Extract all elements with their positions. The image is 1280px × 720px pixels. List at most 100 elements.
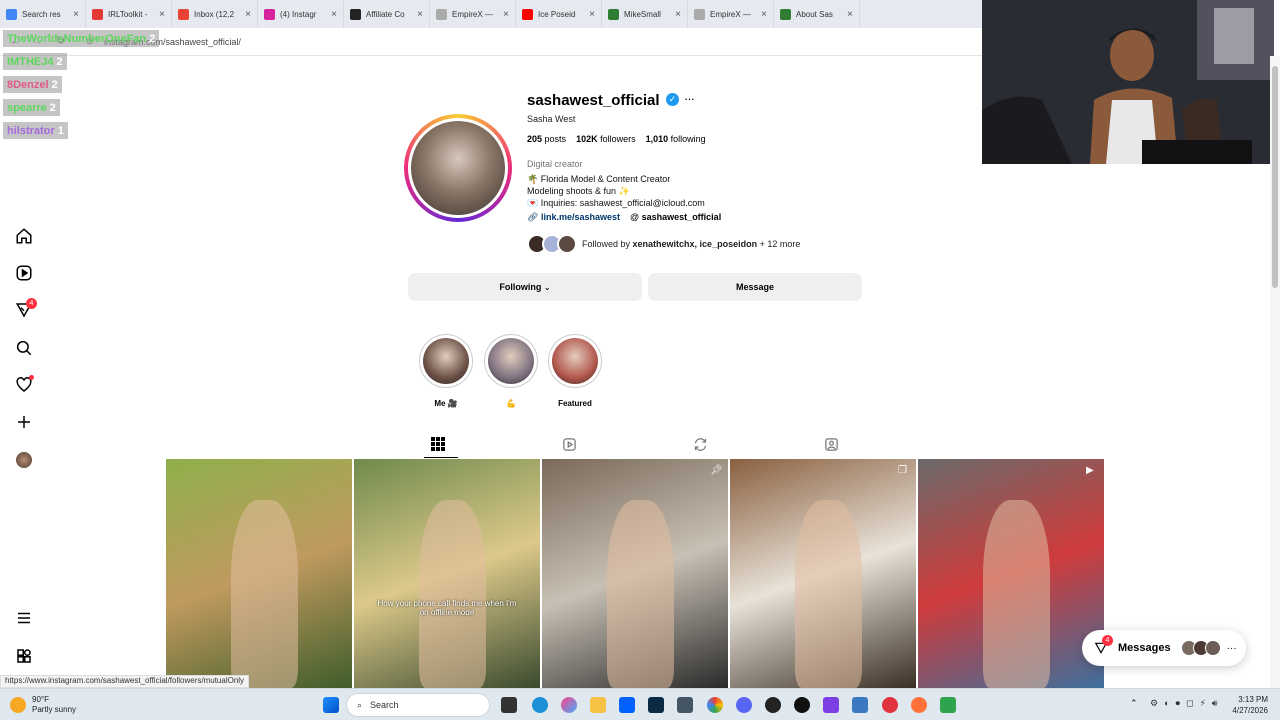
browser-tab[interactable]: Ice Poseid × xyxy=(516,0,602,28)
profile-options-icon[interactable]: ··· xyxy=(684,91,695,106)
tab-favicon-icon xyxy=(92,8,103,20)
browser-tab[interactable]: (4) Instagr × xyxy=(258,0,344,28)
close-icon[interactable]: × xyxy=(331,9,337,20)
obs-icon[interactable] xyxy=(765,697,781,713)
nav-home-icon[interactable] xyxy=(14,226,34,246)
profile-full-name: Sasha West xyxy=(527,114,576,124)
weather-widget[interactable]: 90°F Partly sunny xyxy=(10,695,76,715)
post-thumbnail[interactable]: ❐ xyxy=(730,459,916,688)
scrollbar-thumb[interactable] xyxy=(1272,66,1278,288)
post-thumbnail[interactable]: ▶︎ xyxy=(918,459,1104,688)
browser-tab[interactable]: EmpireX — × xyxy=(430,0,516,28)
carousel-icon: ❐ xyxy=(898,465,907,476)
calculator-icon[interactable] xyxy=(677,697,693,713)
profile-avatar[interactable] xyxy=(408,118,508,218)
app-icon[interactable] xyxy=(882,697,898,713)
app-icon[interactable] xyxy=(852,697,868,713)
webcam-overlay xyxy=(982,0,1274,164)
close-icon[interactable]: × xyxy=(761,9,767,20)
post-thumbnail[interactable]: 📌︎ xyxy=(542,459,728,688)
nav-more-icon[interactable] xyxy=(14,608,34,628)
browser-tab[interactable]: Inbox (12,2 × xyxy=(172,0,258,28)
nav-search-icon[interactable] xyxy=(14,338,34,358)
file-explorer-icon[interactable] xyxy=(590,697,606,713)
profile-stats: 205 posts 102K followers 1,010 following xyxy=(527,134,706,144)
nav-also-from-meta-icon[interactable] xyxy=(14,646,34,666)
nav-reels-icon[interactable] xyxy=(14,263,34,283)
close-icon[interactable]: × xyxy=(589,9,595,20)
highlight-cover xyxy=(484,334,538,388)
close-icon[interactable]: × xyxy=(73,9,79,20)
start-button-icon[interactable] xyxy=(323,697,339,713)
post-thumbnail[interactable] xyxy=(166,459,352,688)
followers-stat[interactable]: 102K followers xyxy=(576,134,636,144)
nav-badge: 4 xyxy=(26,298,37,309)
chat-user: spearre 2 xyxy=(3,99,60,116)
bio-link[interactable]: 🔗︎ link.me/sashawest xyxy=(527,212,620,223)
highlight-item[interactable]: Me 🎥 xyxy=(418,334,474,408)
taskbar-search[interactable]: ⌕ Search xyxy=(346,693,490,717)
nav-profile-avatar[interactable] xyxy=(14,450,34,470)
discord-icon[interactable] xyxy=(736,697,752,713)
followed-by[interactable]: Followed by xenathewitchx, ice_poseidon … xyxy=(527,233,800,255)
post-figure xyxy=(419,500,487,688)
page-scrollbar[interactable] xyxy=(1270,56,1280,688)
tab-tagged-icon[interactable] xyxy=(821,434,841,454)
browser-tab[interactable]: MikeSmall × xyxy=(602,0,688,28)
nav-notifications-icon[interactable] xyxy=(14,375,34,395)
tab-favicon-icon xyxy=(350,8,361,20)
highlight-item[interactable]: 💪 xyxy=(483,334,539,408)
tray-icons[interactable]: ⚙︎◐⏺︎◻︎⚡︎🔊︎ xyxy=(1150,698,1223,709)
status-url-tooltip: https://www.instagram.com/sashawest_offi… xyxy=(0,675,250,688)
chat-user: IMTHEJ4 2 xyxy=(3,53,67,70)
highlight-cover xyxy=(548,334,602,388)
close-icon[interactable]: × xyxy=(503,9,509,20)
close-icon[interactable]: × xyxy=(245,9,251,20)
highlight-item[interactable]: Featured xyxy=(547,334,603,408)
tab-favicon-icon xyxy=(608,8,619,20)
app-icon[interactable] xyxy=(940,697,956,713)
app-icon[interactable] xyxy=(823,697,839,713)
post-thumbnail[interactable]: How your phone call finds me when I'm on… xyxy=(354,459,540,688)
post-figure xyxy=(607,500,675,688)
tab-reposts-icon[interactable] xyxy=(690,434,710,454)
browser-tab[interactable]: Search res × xyxy=(0,0,86,28)
close-icon[interactable]: × xyxy=(417,9,423,20)
bio-line: 🌴 Florida Model & Content Creator xyxy=(527,174,671,184)
nav-direct-icon[interactable]: 4 xyxy=(14,298,37,320)
taskbar-clock[interactable]: 3:13 PM 4/27/2026 xyxy=(1218,694,1268,716)
tab-reels-icon[interactable] xyxy=(559,434,579,454)
following-stat[interactable]: 1,010 following xyxy=(646,134,706,144)
browser-tab[interactable]: Affiliate Co × xyxy=(344,0,430,28)
bio-line: 💌 Inquiries: sashawest_official@icloud.c… xyxy=(527,198,705,208)
chat-user: 8Denzel 2 xyxy=(3,76,62,93)
dropbox-icon[interactable] xyxy=(619,697,635,713)
posts-stat: 205 posts xyxy=(527,134,567,144)
message-button[interactable]: Message xyxy=(648,273,862,301)
close-icon[interactable]: × xyxy=(675,9,681,20)
tab-favicon-icon xyxy=(6,8,17,20)
tab-posts-grid-icon[interactable] xyxy=(428,434,448,454)
messages-button[interactable]: 4 Messages ··· xyxy=(1082,630,1246,666)
task-view-icon[interactable] xyxy=(501,697,517,713)
browser-tab[interactable]: IRLToolkit - × xyxy=(86,0,172,28)
copilot-icon[interactable] xyxy=(561,697,577,713)
tray-chevron-icon[interactable]: ⌃ xyxy=(1130,698,1138,709)
browser-tab[interactable]: EmpireX — × xyxy=(688,0,774,28)
post-figure xyxy=(983,500,1051,688)
media-player-icon[interactable] xyxy=(794,697,810,713)
photoshop-icon[interactable] xyxy=(648,697,664,713)
following-button[interactable]: Following ⌄ xyxy=(408,273,642,301)
threads-link[interactable]: @ sashawest_official xyxy=(630,212,721,223)
nav-create-icon[interactable] xyxy=(14,412,34,432)
tab-favicon-icon xyxy=(522,8,533,20)
tab-favicon-icon xyxy=(780,8,791,20)
close-icon[interactable]: × xyxy=(159,9,165,20)
messages-icon: 4 xyxy=(1094,635,1113,655)
browser-tab[interactable]: About Sas × xyxy=(774,0,860,28)
post-figure xyxy=(231,500,299,688)
firefox-icon[interactable] xyxy=(911,697,927,713)
chrome-icon[interactable] xyxy=(707,697,723,713)
edge-icon[interactable] xyxy=(532,697,548,713)
close-icon[interactable]: × xyxy=(847,9,853,20)
